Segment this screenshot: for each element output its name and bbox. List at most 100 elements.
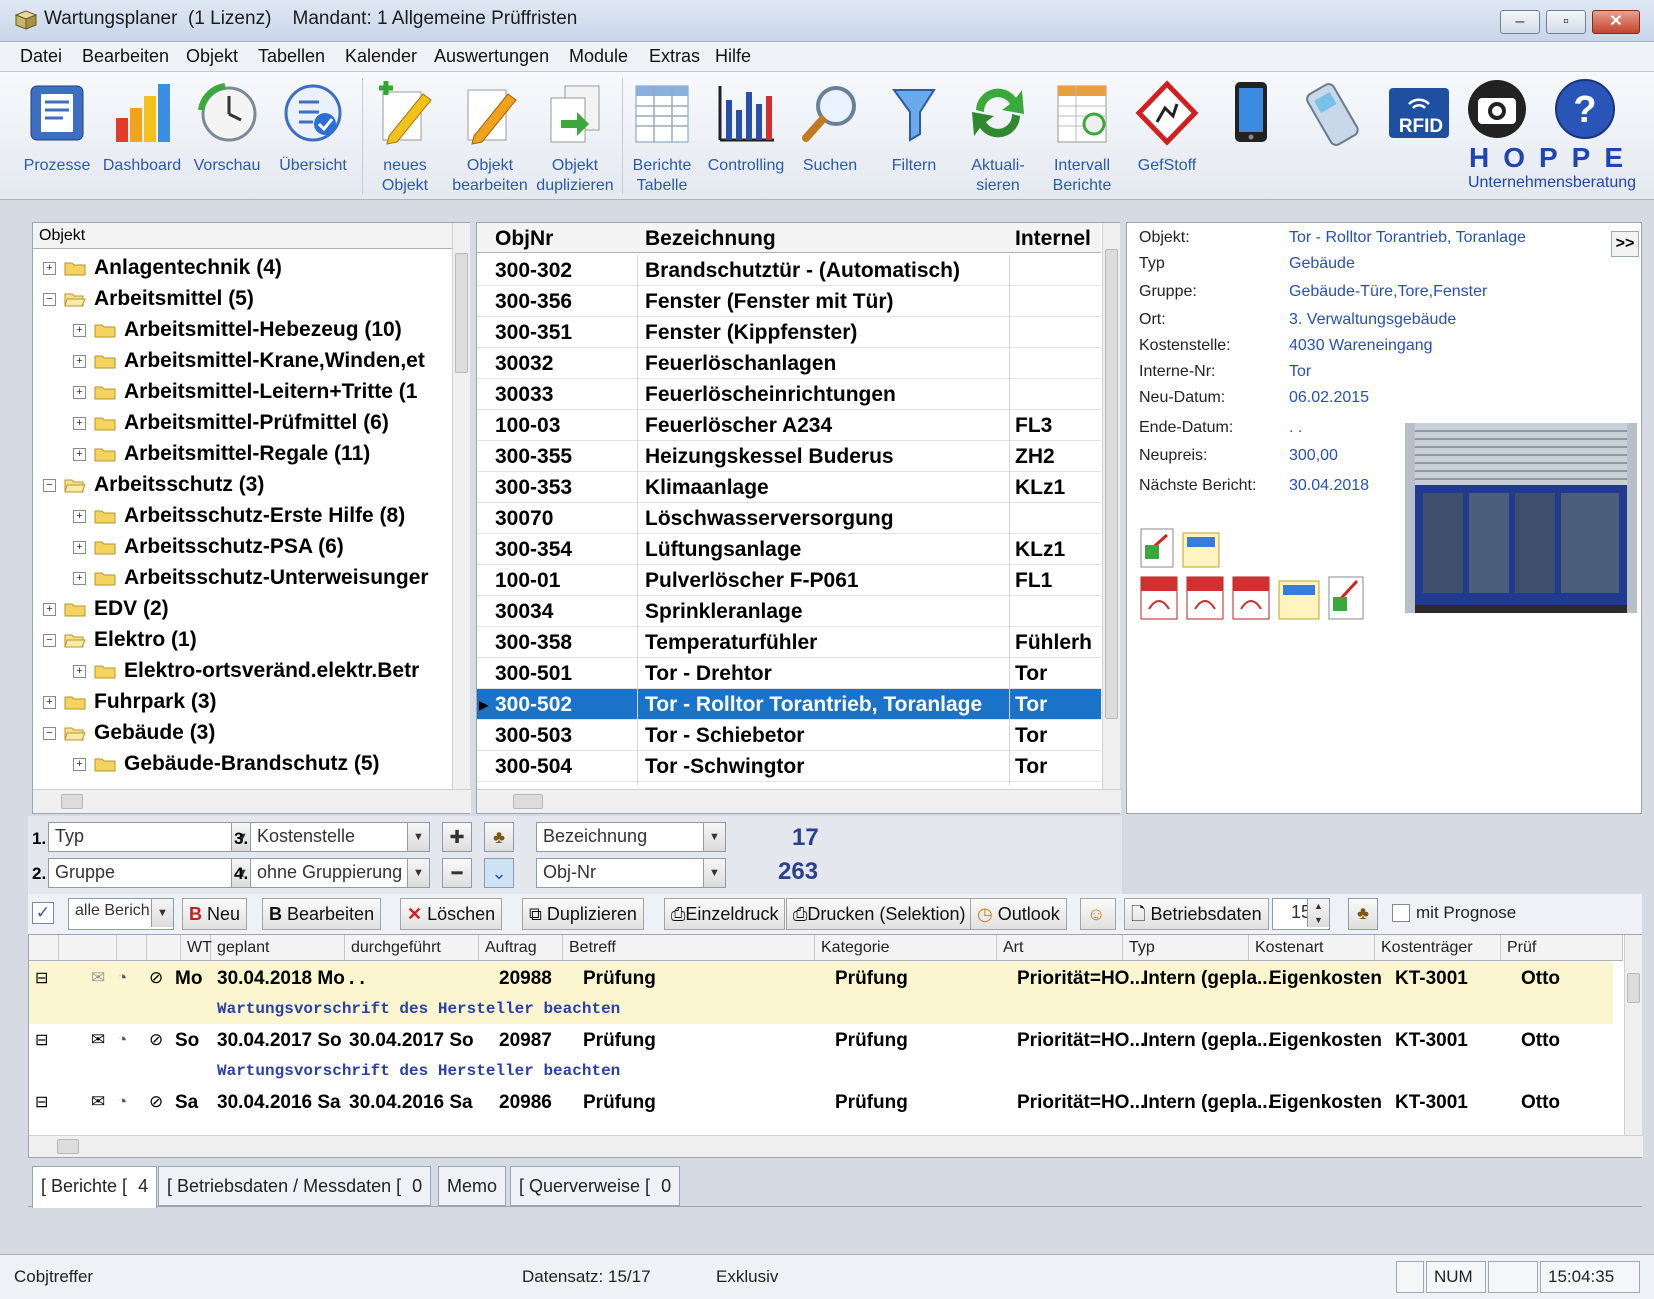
mobile-button[interactable] [1210, 76, 1292, 196]
grid-row[interactable]: 300-358 Temperaturfühler Fühlerh [477, 627, 1101, 658]
menu-datei[interactable]: Datei [20, 46, 62, 67]
grid-row[interactable]: 30070 Löschwasserversorgung [477, 503, 1101, 534]
rfid-button[interactable]: RFID [1378, 76, 1460, 196]
tree-node[interactable]: − Gebäude (3) [43, 718, 215, 748]
collapse-icon[interactable]: − [43, 292, 56, 306]
collapse-icon[interactable]: − [43, 633, 56, 647]
grid-row[interactable]: 300-353 Klimaanlage KLz1 [477, 472, 1101, 503]
collapse-all-button[interactable]: ━ [442, 858, 472, 888]
tree-node[interactable]: + Arbeitsmittel-Krane,Winden,et [73, 346, 425, 376]
report-row[interactable]: ⊟ ✉ ◔ ⊘ So 30.04.2017 So 30.04.2017 So 20987 Prü… [29, 1024, 1613, 1086]
mit-prognose-checkbox[interactable] [1392, 904, 1410, 922]
grid-row[interactable]: 100-01 Pulverlöscher F-P061 FL1 [477, 565, 1101, 596]
tree-sort-button[interactable]: ♣ [484, 822, 514, 852]
expand-icon[interactable]: + [73, 540, 86, 554]
tree-node[interactable]: + EDV (2) [43, 594, 169, 624]
tree-node[interactable]: − Arbeitsmittel (5) [43, 284, 254, 314]
col-art[interactable]: Art [997, 935, 1123, 960]
scanner-button[interactable] [1294, 76, 1376, 196]
tree-node[interactable]: + Anlagentechnik (4) [43, 253, 282, 283]
tab-betriebsdaten[interactable]: [ Betriebsdaten / Messdaten [ 0 [158, 1166, 432, 1206]
tree-node[interactable]: + Elektro-ortsveränd.elektr.Betr [73, 656, 419, 686]
collapse-icon[interactable]: ⊟ [35, 968, 48, 988]
grid-row[interactable]: 300-504 Tor -Schwingtor Tor [477, 751, 1101, 782]
report-row[interactable]: ⊟ ✉ ◔ ⊘ Sa 30.04.2016 Sa 30.04.2016 Sa 20986 Prü… [29, 1086, 1613, 1134]
grid-row[interactable]: 300-355 Heizungskessel Buderus ZH2 [477, 441, 1101, 472]
expand-icon[interactable]: + [73, 416, 86, 430]
vorschau-button[interactable]: Vorschau [186, 76, 268, 196]
expand-icon[interactable]: + [73, 509, 86, 523]
bearbeiten-button[interactable]: B Bearbeiten [262, 898, 382, 930]
menu-kalender[interactable]: Kalender [345, 46, 417, 67]
objekt-duplizieren-button[interactable]: Objekt duplizieren [534, 76, 616, 196]
tab-memo[interactable]: Memo [438, 1166, 507, 1206]
grid-hscroll[interactable] [477, 789, 1121, 813]
tree-node[interactable]: − Elektro (1) [43, 625, 197, 655]
col-bezeichnung[interactable]: Bezeichnung [645, 227, 776, 251]
menu-tabellen[interactable]: Tabellen [258, 46, 325, 67]
grid-row[interactable]: 300-356 Fenster (Fenster mit Tür) [477, 286, 1101, 317]
loeschen-button[interactable]: ✕ Löschen [400, 898, 503, 930]
report-filter-select[interactable]: alle Berich ▼ [68, 898, 174, 930]
tree-hscroll[interactable] [33, 789, 471, 813]
expand-icon[interactable]: + [43, 695, 56, 709]
col-pruefer[interactable]: Prüf [1501, 935, 1623, 960]
notification-button[interactable]: ☺ [1080, 898, 1116, 930]
tree-node[interactable]: − Arbeitsschutz (3) [43, 470, 264, 500]
collapse-icon[interactable]: − [43, 726, 56, 740]
aktualisieren-button[interactable]: Aktuali- sieren [957, 76, 1039, 196]
col-betreff[interactable]: Betreff [563, 935, 815, 960]
grid-row[interactable]: 30033 Feuerlöscheinrichtungen [477, 379, 1101, 410]
menu-extras[interactable]: Extras [649, 46, 700, 67]
col-typ[interactable]: Typ [1123, 935, 1249, 960]
collapse-icon[interactable]: ⊟ [35, 1030, 48, 1050]
tree-node[interactable]: + Arbeitsschutz-Erste Hilfe (8) [73, 501, 405, 531]
col-objnr[interactable]: ObjNr [495, 227, 553, 251]
einzeldruck-button[interactable]: ⎙Einzeldruck [664, 898, 786, 930]
menu-hilfe[interactable]: Hilfe [715, 46, 751, 67]
grid-row[interactable]: 300-302 Brandschutztür - (Automatisch) [477, 255, 1101, 286]
col-durchgefuehrt[interactable]: durchgeführt [345, 935, 479, 960]
sort2-select[interactable]: Obj-Nr ▼ [536, 858, 726, 888]
col-interne[interactable]: Internel [1015, 227, 1091, 251]
tree-node[interactable]: + Arbeitsmittel-Hebezeug (10) [73, 315, 402, 345]
tree-vscroll[interactable] [452, 223, 470, 789]
tree-node[interactable]: + Arbeitsschutz-PSA (6) [73, 532, 344, 562]
tree-node[interactable]: + Arbeitsmittel-Regale (11) [73, 439, 370, 469]
tree-node[interactable]: + Arbeitsschutz-Unterweisunger [73, 563, 429, 593]
tree-node[interactable]: + Arbeitsmittel-Prüfmittel (6) [73, 408, 389, 438]
minimize-button[interactable]: – [1500, 10, 1540, 34]
grid-row[interactable]: ▶ 300-502 Tor - Rolltor Torantrieb, Toranl… [477, 689, 1101, 720]
col-kostentraeger[interactable]: Kostenträger [1375, 935, 1501, 960]
tree-node[interactable]: + Arbeitsmittel-Leitern+Tritte (1 [73, 377, 417, 407]
sort-order-button[interactable]: ⌄ [484, 858, 514, 888]
close-button[interactable]: ✕ [1592, 10, 1640, 34]
grid-row[interactable]: 30032 Feuerlöschanlagen [477, 348, 1101, 379]
tab-querverweise[interactable]: [ Querverweise [ 0 [510, 1166, 681, 1206]
col-kategorie[interactable]: Kategorie [815, 935, 997, 960]
betriebsdaten-button[interactable]: 🗋 Betriebsdaten [1124, 898, 1269, 930]
sort1-select[interactable]: Bezeichnung ▼ [536, 822, 726, 852]
expand-icon[interactable]: + [43, 602, 56, 616]
group3-select[interactable]: Kostenstelle ▼ [250, 822, 430, 852]
tree-node[interactable]: + Fuhrpark (3) [43, 687, 217, 717]
grid-row[interactable]: 30034 Sprinkleranlage [477, 596, 1101, 627]
report-row[interactable]: ⊟ ✉ ◔ ⊘ Mo 30.04.2018 Mo. . 20988 Prüfung Prüfun… [29, 962, 1613, 1024]
expand-icon[interactable]: + [73, 757, 86, 771]
grid-vscroll[interactable] [1102, 223, 1120, 789]
maximize-button[interactable]: ▫ [1546, 10, 1586, 34]
col-auftrag[interactable]: Auftrag [479, 935, 563, 960]
menu-objekt[interactable]: Objekt [186, 46, 238, 67]
neu-button[interactable]: B Neu [182, 898, 248, 930]
collapse-icon[interactable]: ⊟ [35, 1092, 48, 1112]
suchen-button[interactable]: Suchen [789, 76, 871, 196]
controlling-button[interactable]: Controlling [705, 76, 787, 196]
col-geplant[interactable]: geplant [211, 935, 345, 960]
grid-row[interactable]: 300-351 Fenster (Kippfenster) [477, 317, 1101, 348]
dashboard-button[interactable]: Dashboard [101, 76, 183, 196]
expand-icon[interactable]: + [73, 447, 86, 461]
filtern-button[interactable]: Filtern [873, 76, 955, 196]
tab-berichte[interactable]: [ Berichte [ 4 [32, 1166, 158, 1208]
select-all-checkbox[interactable]: ✓ [32, 902, 54, 924]
objekt-bearbeiten-button[interactable]: Objekt bearbeiten [449, 76, 531, 196]
